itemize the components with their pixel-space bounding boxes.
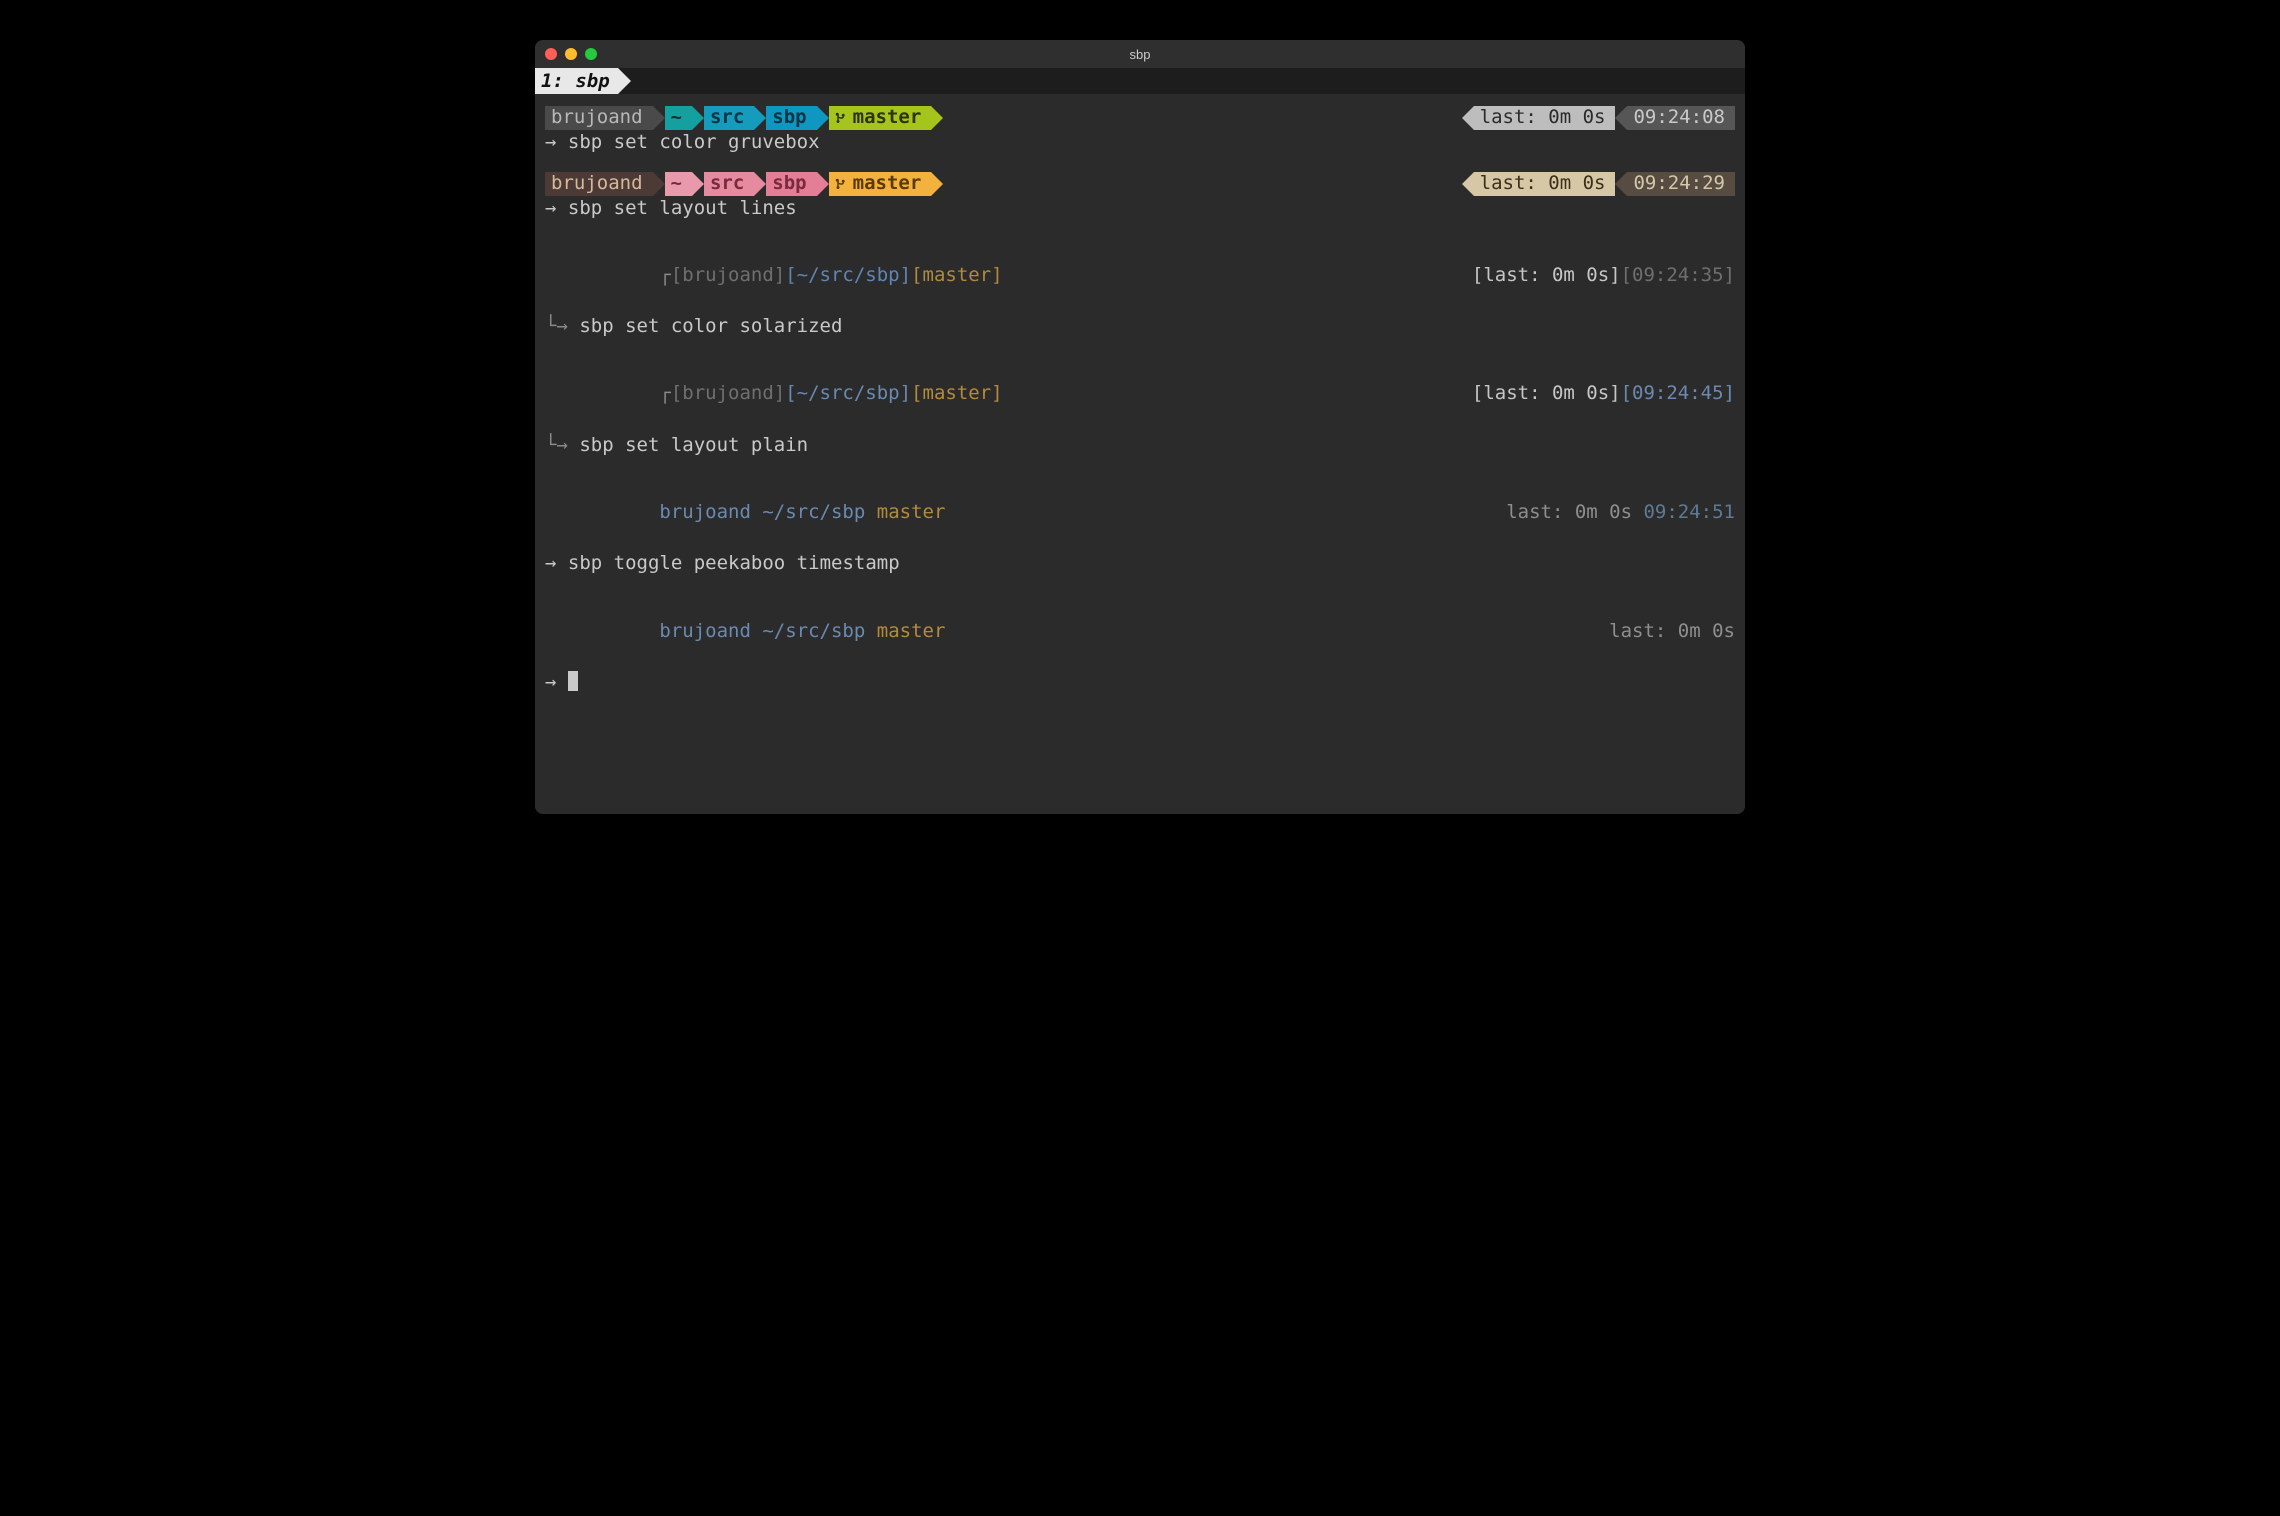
segment-path-src: src xyxy=(704,172,754,196)
segment-git-branch: master xyxy=(877,501,946,523)
prompt-block-4: brujoand ~/src/sbp master last: 0m 0s 09… xyxy=(545,474,1735,577)
segment-last-duration: last: 0m 0s xyxy=(1474,172,1616,196)
segment-path: ~/src/sbp xyxy=(762,501,865,523)
segment-home: ~ xyxy=(665,106,692,130)
command-line: └→ sbp set layout plain xyxy=(545,433,1735,459)
segment-git-branch: master xyxy=(877,620,946,642)
command-line: → sbp set color gruvebox xyxy=(545,130,1735,156)
tabbar: 1: sbp xyxy=(535,68,1745,94)
segment-user: brujoand xyxy=(545,106,653,130)
corner-top-icon: ┌ xyxy=(659,264,670,286)
prompt-arrow-icon: → xyxy=(545,671,556,693)
prompt-row: ┌[brujoand][~/src/sbp][master] [last: 0m… xyxy=(545,356,1735,433)
command-text: sbp set color solarized xyxy=(579,315,842,337)
segment-home: ~ xyxy=(665,172,692,196)
segment-last-duration: [last: 0m 0s] xyxy=(1472,382,1621,404)
segment-last-duration: last: 0m 0s xyxy=(1506,501,1632,523)
close-icon[interactable] xyxy=(545,48,557,60)
cursor-icon xyxy=(568,671,578,691)
prompt-block-2: ┌[brujoand][~/src/sbp][master] [last: 0m… xyxy=(545,237,1735,340)
prompt-arrow-icon: → xyxy=(545,131,556,153)
prompt-arrow-icon: → xyxy=(545,197,556,219)
terminal-body[interactable]: brujoand ~ src sbp master last: 0m 0s 09… xyxy=(535,94,1745,814)
command-line[interactable]: → xyxy=(545,670,1735,696)
segment-path: [~/src/sbp] xyxy=(785,382,911,404)
prompt-left: brujoand ~ src sbp master xyxy=(545,172,943,196)
git-branch-icon xyxy=(835,111,847,125)
prompt-right: last: 0m 0s 09:24:29 xyxy=(1462,172,1735,196)
segment-last-duration: last: 0m 0s xyxy=(1474,106,1616,130)
prompt-row: ┌[brujoand][~/src/sbp][master] [last: 0m… xyxy=(545,237,1735,314)
prompt-block-3: ┌[brujoand][~/src/sbp][master] [last: 0m… xyxy=(545,356,1735,459)
command-text: sbp set layout plain xyxy=(579,434,808,456)
segment-user: brujoand xyxy=(659,620,751,642)
prompt-row: brujoand ~ src sbp master last: 0m 0s 09… xyxy=(545,172,1735,196)
minimize-icon[interactable] xyxy=(565,48,577,60)
segment-user: brujoand xyxy=(659,501,751,523)
command-line: → sbp set layout lines xyxy=(545,196,1735,222)
segment-git-branch: [master] xyxy=(911,382,1003,404)
git-branch-icon xyxy=(835,177,847,191)
prompt-arrow-icon: → xyxy=(545,552,556,574)
prompt-row: brujoand ~ src sbp master last: 0m 0s 09… xyxy=(545,106,1735,130)
prompt-block-1: brujoand ~ src sbp master last: 0m 0s 09… xyxy=(545,172,1735,222)
prompt-right: last: 0m 0s 09:24:08 xyxy=(1462,106,1735,130)
prompt-row: brujoand ~/src/sbp master last: 0m 0s 09… xyxy=(545,474,1735,551)
window-title: sbp xyxy=(535,47,1745,62)
corner-arrow-icon: └→ xyxy=(545,434,568,456)
traffic-lights xyxy=(545,48,597,60)
tab-sbp[interactable]: 1: sbp xyxy=(535,68,618,94)
corner-top-icon: ┌ xyxy=(659,382,670,404)
segment-last-duration: last: 0m 0s xyxy=(1609,620,1735,642)
segment-user: brujoand xyxy=(545,172,653,196)
tab-label: 1: sbp xyxy=(541,70,610,92)
segment-user: [brujoand] xyxy=(671,382,785,404)
segment-clock: 09:24:08 xyxy=(1627,106,1735,130)
command-text: sbp toggle peekaboo timestamp xyxy=(568,552,900,574)
segment-last-duration: [last: 0m 0s] xyxy=(1472,264,1621,286)
prompt-left: brujoand ~ src sbp master xyxy=(545,106,943,130)
zoom-icon[interactable] xyxy=(585,48,597,60)
segment-clock: [09:24:35] xyxy=(1621,264,1735,286)
segment-path-sbp: sbp xyxy=(766,172,816,196)
segment-path-sbp: sbp xyxy=(766,106,816,130)
command-text: sbp set layout lines xyxy=(568,197,797,219)
titlebar: sbp xyxy=(535,40,1745,68)
corner-arrow-icon: └→ xyxy=(545,315,568,337)
segment-clock: [09:24:45] xyxy=(1621,382,1735,404)
prompt-block-5: brujoand ~/src/sbp master last: 0m 0s → xyxy=(545,593,1735,696)
segment-git-branch: [master] xyxy=(911,264,1003,286)
prompt-block-0: brujoand ~ src sbp master last: 0m 0s 09… xyxy=(545,106,1735,156)
segment-path: [~/src/sbp] xyxy=(785,264,911,286)
terminal-window: sbp 1: sbp brujoand ~ src sbp master xyxy=(535,40,1745,814)
segment-git-branch: master xyxy=(829,172,932,196)
segment-path-src: src xyxy=(704,106,754,130)
segment-path: ~/src/sbp xyxy=(762,620,865,642)
command-line: → sbp toggle peekaboo timestamp xyxy=(545,551,1735,577)
segment-user: [brujoand] xyxy=(671,264,785,286)
command-text: sbp set color gruvebox xyxy=(568,131,820,153)
segment-git-branch: master xyxy=(829,106,932,130)
segment-clock: 09:24:29 xyxy=(1627,172,1735,196)
segment-clock: 09:24:51 xyxy=(1643,501,1735,523)
prompt-row: brujoand ~/src/sbp master last: 0m 0s xyxy=(545,593,1735,670)
command-line: └→ sbp set color solarized xyxy=(545,314,1735,340)
